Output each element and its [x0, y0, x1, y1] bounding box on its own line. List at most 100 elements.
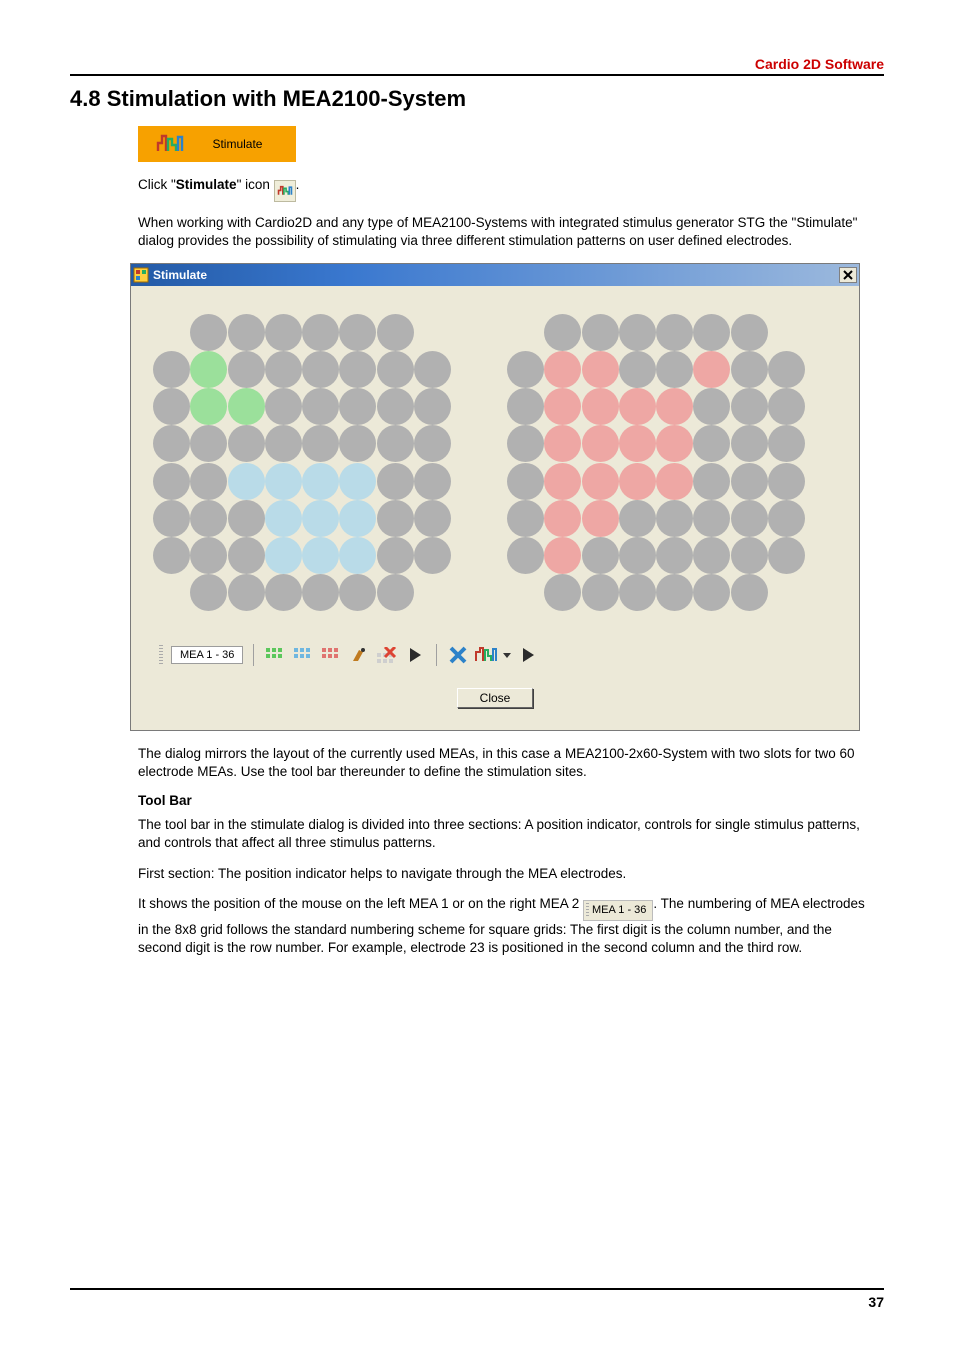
electrode[interactable] — [544, 351, 581, 388]
electrode[interactable] — [731, 351, 768, 388]
electrode[interactable] — [768, 388, 805, 425]
electrode[interactable] — [265, 500, 302, 537]
electrode[interactable] — [302, 463, 339, 500]
open-stimulus-dropdown[interactable] — [503, 646, 511, 664]
electrode[interactable] — [377, 463, 414, 500]
electrode[interactable] — [544, 314, 581, 351]
electrode[interactable] — [414, 500, 451, 537]
electrode[interactable] — [582, 463, 619, 500]
electrode[interactable] — [190, 425, 227, 462]
mea-grid-right[interactable] — [507, 314, 805, 612]
electrode[interactable] — [507, 500, 544, 537]
electrode[interactable] — [582, 388, 619, 425]
electrode[interactable] — [414, 388, 451, 425]
electrode[interactable] — [228, 314, 265, 351]
electrode[interactable] — [768, 500, 805, 537]
electrode[interactable] — [302, 351, 339, 388]
electrode[interactable] — [619, 500, 656, 537]
pattern-blue-button[interactable] — [292, 644, 314, 666]
electrode[interactable] — [768, 537, 805, 574]
electrode[interactable] — [656, 574, 693, 611]
clear-selection-button[interactable] — [376, 644, 398, 666]
electrode[interactable] — [544, 463, 581, 500]
electrode[interactable] — [544, 537, 581, 574]
electrode[interactable] — [693, 351, 730, 388]
electrode[interactable] — [693, 425, 730, 462]
electrode[interactable] — [656, 351, 693, 388]
electrode[interactable] — [582, 425, 619, 462]
electrode[interactable] — [302, 500, 339, 537]
pattern-red-button[interactable] — [320, 644, 342, 666]
electrode[interactable] — [582, 500, 619, 537]
electrode[interactable] — [228, 425, 265, 462]
electrode[interactable] — [731, 537, 768, 574]
electrode[interactable] — [731, 425, 768, 462]
electrode[interactable] — [693, 388, 730, 425]
close-button[interactable]: Close — [457, 688, 534, 708]
electrode[interactable] — [693, 500, 730, 537]
electrode[interactable] — [339, 500, 376, 537]
play-all-button[interactable] — [517, 644, 539, 666]
electrode[interactable] — [544, 388, 581, 425]
clear-all-button[interactable] — [447, 644, 469, 666]
electrode[interactable] — [693, 537, 730, 574]
electrode[interactable] — [619, 314, 656, 351]
electrode[interactable] — [153, 425, 190, 462]
electrode[interactable] — [414, 425, 451, 462]
open-stimulus-button[interactable] — [475, 644, 497, 666]
electrode[interactable] — [656, 425, 693, 462]
electrode[interactable] — [507, 425, 544, 462]
electrode[interactable] — [339, 463, 376, 500]
electrode[interactable] — [339, 351, 376, 388]
electrode[interactable] — [190, 351, 227, 388]
electrode[interactable] — [228, 500, 265, 537]
electrode[interactable] — [656, 388, 693, 425]
electrode[interactable] — [302, 425, 339, 462]
electrode[interactable] — [619, 463, 656, 500]
electrode[interactable] — [414, 463, 451, 500]
electrode[interactable] — [302, 537, 339, 574]
electrode[interactable] — [582, 537, 619, 574]
electrode[interactable] — [153, 500, 190, 537]
electrode[interactable] — [768, 425, 805, 462]
electrode[interactable] — [619, 574, 656, 611]
electrode[interactable] — [339, 388, 376, 425]
electrode[interactable] — [190, 574, 227, 611]
electrode[interactable] — [153, 388, 190, 425]
electrode[interactable] — [190, 388, 227, 425]
stimulate-tab[interactable]: Stimulate — [138, 126, 296, 162]
electrode[interactable] — [414, 537, 451, 574]
electrode[interactable] — [414, 351, 451, 388]
electrode[interactable] — [377, 425, 414, 462]
electrode[interactable] — [302, 574, 339, 611]
electrode[interactable] — [693, 314, 730, 351]
electrode[interactable] — [507, 463, 544, 500]
electrode[interactable] — [693, 463, 730, 500]
paint-selection-button[interactable] — [348, 644, 370, 666]
electrode[interactable] — [731, 500, 768, 537]
electrode[interactable] — [265, 388, 302, 425]
electrode[interactable] — [228, 351, 265, 388]
electrode[interactable] — [377, 351, 414, 388]
electrode[interactable] — [693, 574, 730, 611]
electrode[interactable] — [377, 500, 414, 537]
electrode[interactable] — [339, 574, 376, 611]
electrode[interactable] — [377, 574, 414, 611]
electrode[interactable] — [656, 500, 693, 537]
electrode[interactable] — [544, 574, 581, 611]
electrode[interactable] — [228, 463, 265, 500]
electrode[interactable] — [377, 537, 414, 574]
electrode[interactable] — [339, 425, 376, 462]
electrode[interactable] — [582, 351, 619, 388]
electrode[interactable] — [265, 537, 302, 574]
electrode[interactable] — [265, 574, 302, 611]
electrode[interactable] — [731, 388, 768, 425]
electrode[interactable] — [190, 537, 227, 574]
electrode[interactable] — [619, 388, 656, 425]
electrode[interactable] — [302, 314, 339, 351]
electrode[interactable] — [582, 314, 619, 351]
electrode[interactable] — [228, 388, 265, 425]
electrode[interactable] — [265, 425, 302, 462]
electrode[interactable] — [190, 314, 227, 351]
electrode[interactable] — [265, 314, 302, 351]
